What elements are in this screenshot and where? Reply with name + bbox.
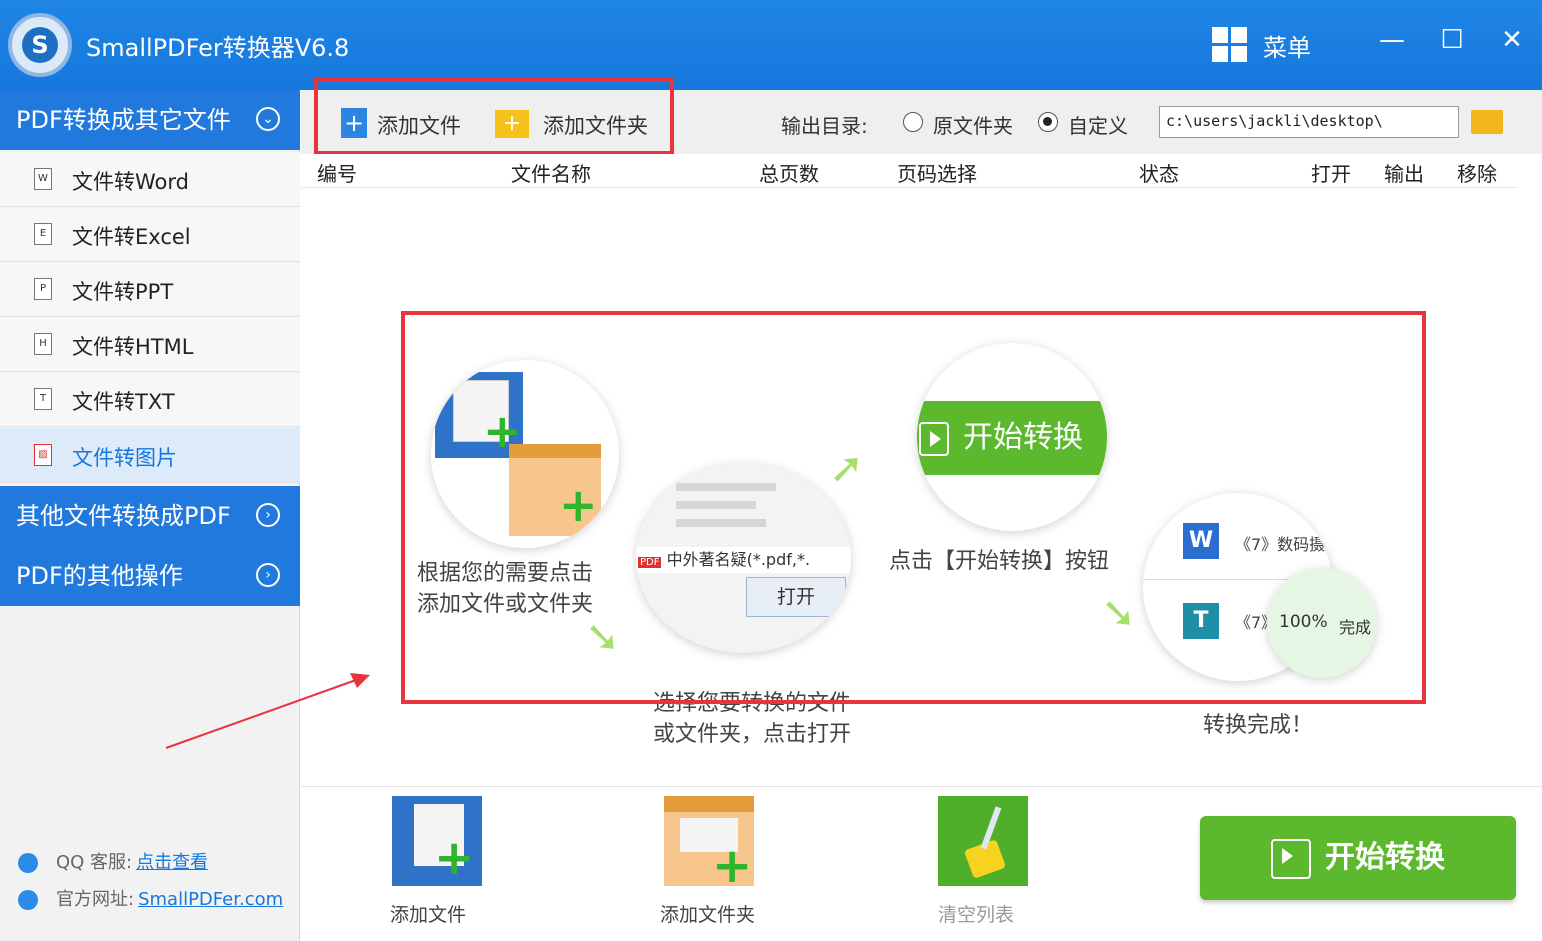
highlight-box-toolbar [314,78,674,155]
sidebar-item-label: 文件转TXT [72,390,175,414]
sidebar-item-label: 文件转图片 [72,446,177,470]
section-label: PDF转换成其它文件 [16,106,231,134]
bottom-clear-list-button[interactable]: 清空列表 [938,796,1048,936]
column-header: 文件名称 [511,162,591,186]
ie-icon [18,890,38,910]
column-header: 打开 [1311,162,1351,186]
chevron-down-icon: ⌄ [256,107,280,131]
qq-icon [18,853,38,873]
radio-original-folder[interactable] [903,112,923,132]
chevron-right-icon: › [256,563,280,587]
radio-custom-folder[interactable] [1038,112,1058,132]
sidebar-item-excel[interactable]: E 文件转Excel [0,207,300,262]
bottom-add-folder-button[interactable]: + 添加文件夹 [660,796,790,936]
html-file-icon: H [34,333,52,355]
section-label: 其他文件转换成PDF [16,502,231,530]
output-path-input[interactable]: c:\users\jackli\desktop\ [1159,106,1459,138]
browse-folder-icon[interactable] [1471,110,1503,134]
radio-original-label: 原文件夹 [933,114,1013,138]
sidebar-item-label: 文件转PPT [72,280,174,304]
sidebar-item-label: 文件转HTML [72,335,194,359]
bottom-add-file-label: 添加文件 [390,904,467,926]
menu-grid-icon[interactable] [1212,27,1248,63]
close-button[interactable]: ✕ [1492,20,1532,60]
start-convert-label: 开始转换 [1325,840,1445,875]
add-folder-icon: + [664,796,754,890]
play-icon [1271,838,1311,879]
excel-file-icon: E [34,223,52,245]
qq-label: QQ 客服: [56,852,133,873]
step2-line: 或文件夹，点击打开 [653,722,852,747]
sidebar: PDF转换成其它文件 ⌄ W 文件转Word E 文件转Excel P 文件转P… [0,90,300,941]
bottom-add-file-button[interactable]: + 添加文件 [390,796,500,936]
file-list-header: 编号 文件名称 总页数 页码选择 状态 打开 输出 移除 [301,154,1516,188]
app-title: SmallPDFer转换器V6.8 [86,34,350,62]
column-header: 移除 [1457,162,1497,186]
sidebar-section-pdf-to-other[interactable]: PDF转换成其它文件 ⌄ [0,90,300,150]
sidebar-item-word[interactable]: W 文件转Word [0,152,300,207]
site-label: 官方网址: [56,889,135,910]
sidebar-item-txt[interactable]: T 文件转TXT [0,372,300,427]
image-file-icon: ▨ [34,444,52,466]
maximize-button[interactable]: ☐ [1432,20,1472,60]
start-convert-button[interactable]: 开始转换 [1200,816,1516,900]
word-file-icon: W [34,168,52,190]
highlight-box-guide [401,311,1426,704]
section-label: PDF的其他操作 [16,562,183,590]
chevron-right-icon: › [256,503,280,527]
sidebar-section-pdf-other-ops[interactable]: PDF的其他操作 › [0,546,300,606]
app-logo: S [8,13,72,77]
site-link[interactable]: SmallPDFer.com [138,889,283,910]
minimize-button[interactable]: — [1372,20,1412,60]
step4-text: 转换完成！ [1203,713,1314,738]
bottom-add-folder-label: 添加文件夹 [660,904,756,926]
qq-link[interactable]: 点击查看 [136,852,208,873]
sidebar-item-image[interactable]: ▨ 文件转图片 [0,428,300,483]
add-file-icon: + [392,796,482,886]
column-header: 输出 [1384,162,1424,186]
annotation-arrow-icon [165,673,370,749]
sidebar-item-label: 文件转Excel [72,225,191,249]
column-header: 页码选择 [897,162,977,186]
title-bar: S SmallPDFer转换器V6.8 菜单 — ☐ ✕ [0,0,1542,90]
column-header: 总页数 [759,162,819,186]
ppt-file-icon: P [34,278,52,300]
sidebar-section-other-to-pdf[interactable]: 其他文件转换成PDF › [0,486,300,546]
column-header: 状态 [1139,162,1179,186]
sidebar-item-html[interactable]: H 文件转HTML [0,317,300,372]
menu-button[interactable]: 菜单 [1263,28,1311,63]
broom-icon [938,796,1028,886]
txt-file-icon: T [34,388,52,410]
sidebar-item-ppt[interactable]: P 文件转PPT [0,262,300,317]
sidebar-item-label: 文件转Word [72,170,189,194]
divider [301,786,1542,787]
radio-custom-label: 自定义 [1068,114,1128,138]
bottom-clear-list-label: 清空列表 [938,904,1015,926]
column-header: 编号 [317,162,357,186]
official-site: 官方网址: SmallPDFer.com [18,885,283,911]
output-dir-label: 输出目录: [781,114,868,138]
qq-support: QQ 客服: 点击查看 [18,848,208,874]
